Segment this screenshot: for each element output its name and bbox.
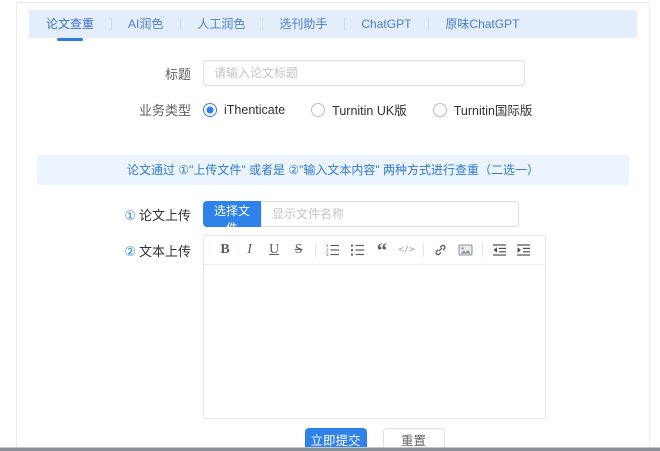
svg-text:3: 3 (326, 252, 329, 257)
tab-human-polish[interactable]: 人工润色 (180, 10, 262, 38)
business-type-label: 业务类型 (138, 103, 191, 118)
indent-decrease-icon[interactable] (491, 241, 507, 259)
editor-content[interactable] (204, 265, 545, 419)
underline-icon[interactable]: U (266, 241, 282, 259)
radio-unchecked-icon (432, 102, 447, 117)
radio-turnitin-uk[interactable]: Turnitin UK版 (311, 100, 407, 119)
choose-file-button[interactable]: 选择文件 (203, 201, 261, 235)
ordered-list-icon[interactable]: 123 (325, 241, 341, 259)
paper-upload-label: ① 论文上传 (124, 207, 191, 223)
radio-label: Turnitin国际版 (453, 104, 533, 118)
indent-increase-icon[interactable] (516, 241, 532, 259)
rich-text-editor: B I U S 123 “ </> (203, 235, 546, 419)
radio-label: iThenticate (224, 102, 286, 117)
content-card: 论文查重 AI润色 人工润色 选刊助手 ChatGPT 原味ChatGPT 标题… (16, 2, 650, 451)
notice-text: 论文通过 ①"上传文件" 或者是 ②"输入文本内容" 两种方式进行查重（二选一） (127, 163, 539, 177)
window-bottom-edge (0, 447, 660, 451)
step-2-icon: ② (124, 244, 136, 259)
title-input[interactable] (203, 60, 525, 86)
title-label: 标题 (164, 66, 191, 82)
strikethrough-icon[interactable]: S (291, 241, 307, 259)
code-icon[interactable]: </> (398, 241, 414, 259)
tab-paper-check[interactable]: 论文查重 (29, 10, 111, 38)
business-type-options: iThenticate Turnitin UK版 Turnitin国际版 (203, 100, 532, 119)
tab-bar: 论文查重 AI润色 人工润色 选刊助手 ChatGPT 原味ChatGPT (29, 10, 637, 38)
radio-label: Turnitin UK版 (332, 104, 407, 118)
title-row: 标题 (17, 60, 649, 86)
blockquote-icon[interactable]: “ (374, 238, 390, 262)
text-upload-label: ② 文本上传 (124, 244, 191, 259)
italic-icon[interactable]: I (242, 241, 258, 259)
tab-ai-polish[interactable]: AI润色 (111, 10, 180, 38)
toolbar-divider (315, 243, 317, 257)
editor-toolbar: B I U S 123 “ </> (204, 236, 545, 265)
notice-banner: 论文通过 ①"上传文件" 或者是 ②"输入文本内容" 两种方式进行查重（二选一） (37, 155, 629, 185)
link-icon[interactable] (433, 241, 449, 259)
tab-journal-helper[interactable]: 选刊助手 (262, 10, 344, 38)
step-1-icon: ① (124, 207, 136, 223)
tab-chatgpt[interactable]: ChatGPT (344, 10, 428, 38)
radio-turnitin-intl[interactable]: Turnitin国际版 (432, 100, 533, 119)
toolbar-divider (481, 243, 483, 257)
bold-icon[interactable]: B (217, 241, 233, 259)
radio-ithenticate[interactable]: iThenticate (203, 102, 286, 117)
image-icon[interactable] (457, 241, 473, 259)
text-upload-row: ② 文本上传 B I U S 123 “ </> (17, 235, 649, 419)
radio-unchecked-icon (311, 102, 326, 117)
tab-original-chatgpt[interactable]: 原味ChatGPT (428, 10, 536, 38)
toolbar-divider (423, 243, 425, 257)
paper-upload-row: ① 论文上传 选择文件 (17, 201, 649, 235)
unordered-list-icon[interactable] (349, 241, 365, 259)
radio-checked-icon (203, 102, 217, 117)
file-name-input[interactable] (261, 201, 519, 227)
business-type-row: 业务类型 iThenticate Turnitin UK版 Turnitin国际… (17, 100, 649, 119)
screen: 论文查重 AI润色 人工润色 选刊助手 ChatGPT 原味ChatGPT 标题… (0, 0, 660, 451)
